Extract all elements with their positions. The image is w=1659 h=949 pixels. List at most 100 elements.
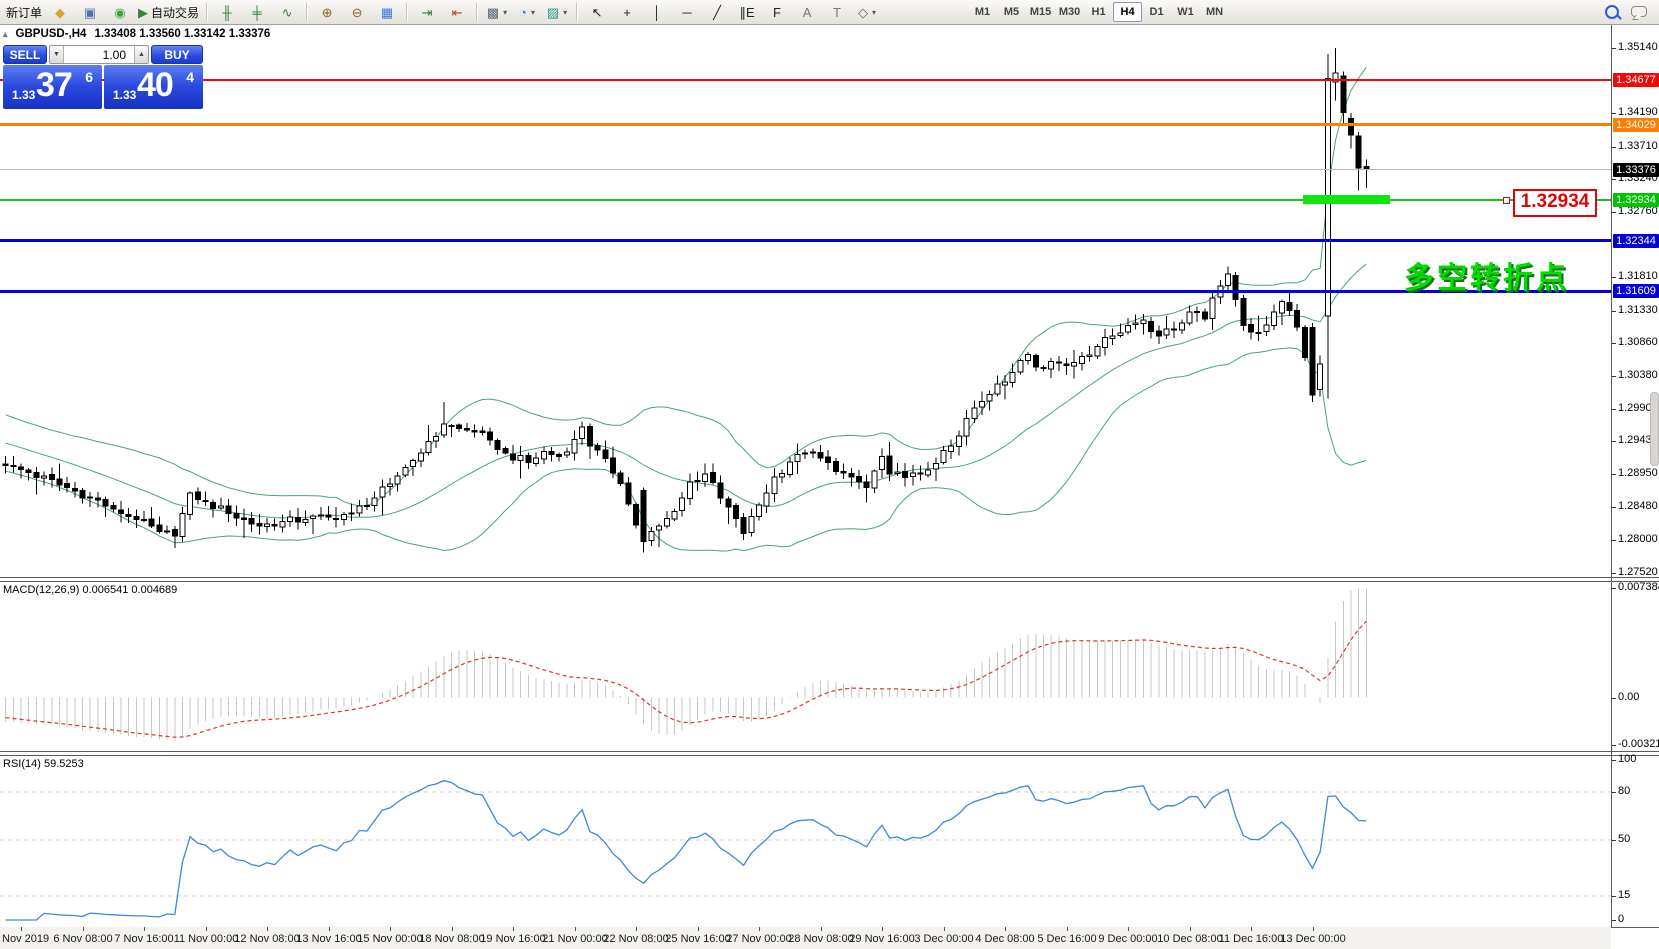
chevron-down-icon[interactable]: ▾ xyxy=(872,8,876,17)
candle-body xyxy=(249,519,254,524)
cursor-icon: ↖ xyxy=(592,6,603,19)
timeframe-MN[interactable]: MN xyxy=(1200,2,1229,22)
line-chart-icon[interactable]: ∿ xyxy=(272,2,302,22)
date-label: 27 Nov 00:00 xyxy=(726,933,791,945)
autotrade-button[interactable]: ▶自动交易 xyxy=(135,2,202,22)
candle-body xyxy=(1064,364,1069,366)
price-chip-1.34677: 1.34677 xyxy=(1613,73,1659,87)
new-order-button[interactable]: 新订单 xyxy=(3,2,45,22)
sell-price-panel[interactable]: 1.33 37 6 xyxy=(3,65,102,109)
candlestick-icon[interactable]: ╪ xyxy=(242,2,272,22)
buy-price-panel[interactable]: 1.33 40 4 xyxy=(104,65,203,109)
channel-icon[interactable]: ∥E xyxy=(732,2,762,22)
candle-body xyxy=(1225,274,1230,286)
support-line-blue-upper[interactable] xyxy=(0,239,1611,242)
macd-signal-line xyxy=(6,621,1367,737)
candle-body xyxy=(142,519,147,520)
timeframe-M15[interactable]: M15 xyxy=(1026,2,1055,22)
buy-button[interactable]: BUY xyxy=(151,45,203,64)
macd-rsi-splitter[interactable] xyxy=(0,751,1659,752)
price-axis[interactable]: 1.351401.341901.337101.332401.327601.318… xyxy=(1612,0,1659,949)
market-watch-icon[interactable]: ◆ xyxy=(45,2,75,22)
date-label: 19 Nov 16:00 xyxy=(480,933,545,945)
ohlc-values: 1.33408 1.33560 1.33142 1.33376 xyxy=(94,28,270,40)
rsi-line xyxy=(6,781,1367,920)
volume-decrement-button[interactable]: ▼ xyxy=(50,46,64,63)
sell-price-prefix: 1.33 xyxy=(12,88,35,102)
chart-shift-icon[interactable]: ⇤ xyxy=(442,2,472,22)
candle-body xyxy=(564,452,569,455)
crosshair-icon[interactable]: + xyxy=(612,2,642,22)
date-tick-mark xyxy=(390,927,391,931)
search-icon[interactable] xyxy=(1605,5,1619,19)
timeframe-H4[interactable]: H4 xyxy=(1113,2,1142,22)
date-tick-mark xyxy=(329,927,330,931)
date-tick-mark xyxy=(575,927,576,931)
candle-body xyxy=(26,470,31,472)
timeframe-M30[interactable]: M30 xyxy=(1055,2,1084,22)
main-chart-canvas[interactable] xyxy=(0,25,1611,577)
template-icon[interactable]: ▨▾ xyxy=(542,2,572,22)
new-chart-icon[interactable]: ▩▾ xyxy=(482,2,512,22)
candle-body xyxy=(826,457,831,463)
price-label-annotation[interactable]: 1.32934 xyxy=(1513,189,1597,217)
candle-body xyxy=(518,456,523,461)
signal-icon[interactable]: ◉ xyxy=(105,2,135,22)
cursor-icon[interactable]: ↖ xyxy=(582,2,612,22)
zoom-out-icon[interactable]: ⊖ xyxy=(342,2,372,22)
candle-body xyxy=(103,499,108,506)
fibonacci-icon[interactable]: F xyxy=(762,2,792,22)
bar-chart-icon[interactable]: ╫ xyxy=(212,2,242,22)
candle-body xyxy=(157,525,162,532)
main-macd-splitter[interactable] xyxy=(0,577,1659,578)
macd-panel-canvas[interactable] xyxy=(0,582,1611,751)
profiles-icon[interactable]: ◔▾ xyxy=(512,2,542,22)
timeframe-D1[interactable]: D1 xyxy=(1142,2,1171,22)
chevron-down-icon[interactable]: ▾ xyxy=(531,8,535,17)
shapes-icon[interactable]: ◇▾ xyxy=(852,2,882,22)
chat-icon[interactable] xyxy=(1631,6,1647,17)
volume-increment-button[interactable]: ▲ xyxy=(134,46,148,63)
terminal-icon[interactable]: ▣ xyxy=(75,2,105,22)
horizontal-line-icon[interactable]: ─ xyxy=(672,2,702,22)
timeframe-H1[interactable]: H1 xyxy=(1084,2,1113,22)
candle-body xyxy=(1003,382,1008,385)
candle-body xyxy=(411,460,416,466)
date-tick-mark xyxy=(882,927,883,931)
text-icon[interactable]: A xyxy=(792,2,822,22)
date-tick-mark xyxy=(944,927,945,931)
chevron-down-icon[interactable]: ▾ xyxy=(503,8,507,17)
bollinger-lower-band xyxy=(6,348,1367,551)
candle-body xyxy=(995,384,1000,394)
timeframe-W1[interactable]: W1 xyxy=(1171,2,1200,22)
candle-body xyxy=(903,471,908,477)
rsi-panel-canvas[interactable] xyxy=(0,756,1611,927)
trendline-icon[interactable]: ╱ xyxy=(702,2,732,22)
crosshair-icon: + xyxy=(623,6,631,19)
support-thick-segment[interactable] xyxy=(1303,195,1390,204)
zoom-in-icon[interactable]: ⊕ xyxy=(312,2,342,22)
vertical-line-icon[interactable]: │ xyxy=(642,2,672,22)
label-icon[interactable]: T xyxy=(822,2,852,22)
time-axis[interactable]: 5 Nov 20196 Nov 08:007 Nov 16:0011 Nov 0… xyxy=(0,927,1611,949)
volume-value[interactable]: 1.00 xyxy=(64,46,134,63)
timeframe-M1[interactable]: M1 xyxy=(968,2,997,22)
timeframe-toolbar: M1M5M15M30H1H4D1W1MN xyxy=(968,2,1229,22)
chart-title: ▴ GBPUSD-,H4 1.33408 1.33560 1.33142 1.3… xyxy=(3,28,270,40)
resistance-line-red[interactable] xyxy=(0,79,1611,81)
current-price-line[interactable] xyxy=(0,169,1611,170)
price-tick-label: 1.30860 xyxy=(1618,336,1658,349)
new-order-button-label: 新订单 xyxy=(6,4,42,21)
auto-scroll-icon[interactable]: ⇥ xyxy=(412,2,442,22)
candle-body xyxy=(72,488,77,491)
resistance-line-orange[interactable] xyxy=(0,123,1611,126)
sell-button[interactable]: SELL xyxy=(3,45,47,64)
macd-tick-label: 0.00 xyxy=(1618,691,1639,704)
one-click-trading-panel: SELL ▼ 1.00 ▲ BUY 1.33 37 6 1.33 40 4 xyxy=(3,45,203,109)
turning-point-annotation[interactable]: 多空转折点 xyxy=(1404,253,1569,297)
support-line-blue-lower[interactable] xyxy=(0,290,1611,293)
tile-windows-icon[interactable]: ▦ xyxy=(372,2,402,22)
timeframe-M5[interactable]: M5 xyxy=(997,2,1026,22)
chevron-down-icon[interactable]: ▾ xyxy=(563,8,567,17)
scrollbar-thumb[interactable] xyxy=(1650,392,1659,466)
